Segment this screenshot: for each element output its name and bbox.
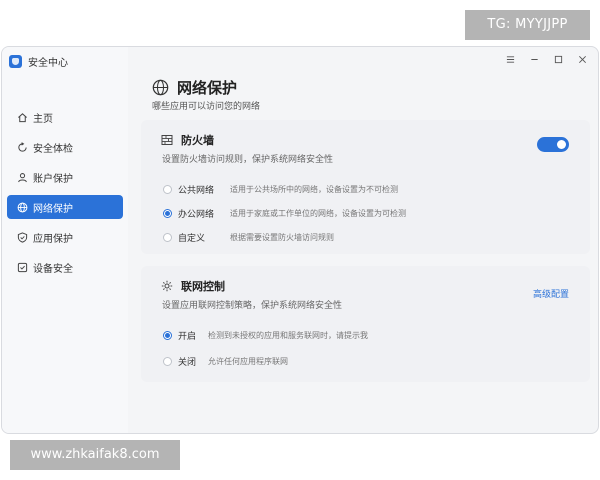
toggle-knob	[557, 140, 566, 149]
device-check-icon	[16, 261, 28, 273]
sidebar-item-app-protection[interactable]: 应用保护	[7, 225, 123, 249]
firewall-icon	[161, 134, 173, 146]
option-description: 检测到未授权的应用和服务联网时，请提示我	[208, 331, 368, 340]
user-icon	[16, 171, 28, 183]
radio-custom[interactable]	[163, 233, 172, 242]
option-description: 允许任何应用程序联网	[208, 357, 288, 366]
option-enable[interactable]: 开启 检测到未授权的应用和服务联网时，请提示我	[163, 329, 368, 342]
radio-office-network[interactable]	[163, 209, 172, 218]
firewall-header: 防火墙	[161, 132, 214, 148]
firewall-toggle[interactable]	[537, 137, 569, 152]
network-control-card: 联网控制 设置应用联网控制策略，保护系统网络安全性 高级配置 开启 检测到未授权…	[141, 266, 590, 382]
sidebar: 安全中心 主页 安全体检 账户保护 网络保护 应用保护 设备安全	[2, 47, 128, 433]
network-control-description: 设置应用联网控制策略，保护系统网络安全性	[162, 301, 343, 311]
shield-app-icon	[16, 231, 28, 243]
option-public-network[interactable]: 公共网络 适用于公共场所中的网络，设备设置为不可检测	[163, 183, 398, 196]
sidebar-item-network-protection[interactable]: 网络保护	[7, 195, 123, 219]
option-description: 根据需要设置防火墙访问规则	[230, 233, 334, 242]
network-control-title: 联网控制	[181, 280, 225, 293]
menu-icon[interactable]	[504, 51, 516, 67]
refresh-scan-icon	[16, 141, 28, 153]
firewall-description: 设置防火墙访问规则，保护系统网络安全性	[162, 155, 334, 165]
app-title-bar: 安全中心	[9, 53, 68, 69]
option-label: 关闭	[178, 358, 197, 368]
close-icon[interactable]	[576, 51, 588, 67]
firewall-card: 防火墙 设置防火墙访问规则，保护系统网络安全性 公共网络 适用于公共场所中的网络…	[141, 120, 590, 254]
watermark-bottom: www.zhkaifak8.com	[10, 440, 180, 470]
network-control-header: 联网控制	[161, 278, 225, 294]
sidebar-item-label: 网络保护	[33, 203, 73, 215]
window-controls	[504, 51, 588, 67]
sidebar-item-home[interactable]: 主页	[7, 105, 123, 129]
app-window: 安全中心 主页 安全体检 账户保护 网络保护 应用保护 设备安全 网络保护 哪些…	[1, 46, 599, 434]
radio-enable[interactable]	[163, 331, 172, 340]
option-office-network[interactable]: 办公网络 适用于家庭或工作单位的网络，设备设置为可检测	[163, 207, 406, 220]
sidebar-item-security-check[interactable]: 安全体检	[7, 135, 123, 159]
app-title: 安全中心	[28, 57, 68, 69]
sidebar-item-label: 设备安全	[33, 263, 73, 275]
option-label: 开启	[178, 332, 197, 342]
sidebar-item-label: 安全体检	[33, 143, 73, 155]
sidebar-nav: 主页 安全体检 账户保护 网络保护 应用保护 设备安全	[7, 105, 123, 285]
sidebar-item-label: 应用保护	[33, 233, 73, 245]
option-label: 公共网络	[178, 186, 215, 196]
radio-disable[interactable]	[163, 357, 172, 366]
option-disable[interactable]: 关闭 允许任何应用程序联网	[163, 355, 288, 368]
option-description: 适用于公共场所中的网络，设备设置为不可检测	[230, 185, 398, 194]
radio-public-network[interactable]	[163, 185, 172, 194]
option-label: 办公网络	[178, 210, 215, 220]
minimize-icon[interactable]	[528, 51, 540, 67]
watermark-top: TG: MYYJJPP	[465, 10, 590, 40]
sidebar-item-account-protection[interactable]: 账户保护	[7, 165, 123, 189]
screenshot-page: TG: MYYJJPP 安全中心 主页 安全体检 账户保护 网络保护 应用保护 …	[0, 0, 600, 480]
advanced-config-link[interactable]: 高级配置	[533, 287, 569, 300]
option-description: 适用于家庭或工作单位的网络，设备设置为可检测	[230, 209, 406, 218]
firewall-title: 防火墙	[181, 134, 214, 147]
sidebar-item-label: 账户保护	[33, 173, 73, 185]
globe-icon	[16, 201, 28, 213]
page-title: 网络保护	[177, 79, 238, 97]
sidebar-item-label: 主页	[33, 113, 53, 125]
maximize-icon[interactable]	[552, 51, 564, 67]
network-control-icon	[161, 280, 173, 292]
page-subtitle: 哪些应用可以访问您的网络	[152, 102, 261, 112]
option-label: 自定义	[178, 234, 206, 244]
title-row: 网络保护	[152, 77, 237, 98]
home-icon	[16, 111, 28, 123]
sidebar-item-device-security[interactable]: 设备安全	[7, 255, 123, 279]
option-custom[interactable]: 自定义 根据需要设置防火墙访问规则	[163, 231, 334, 244]
content-header: 网络保护 哪些应用可以访问您的网络	[152, 77, 260, 112]
globe-icon	[152, 79, 169, 96]
shield-logo-icon	[9, 54, 22, 68]
